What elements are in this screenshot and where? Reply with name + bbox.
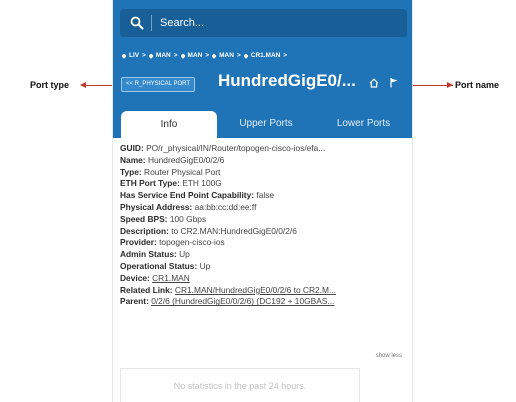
detail-row-device: Device: CR1.MAN <box>120 272 190 283</box>
port-details-panel: LIV> MAN> MAN> MAN> CR1.MAN> << R_PHYSIC… <box>113 0 412 402</box>
breadcrumb-item[interactable]: LIV > <box>121 52 146 59</box>
breadcrumb-item[interactable]: MAN > <box>211 52 241 59</box>
detail-row-service-end-point: Has Service End Point Capability: false <box>120 190 275 201</box>
tab-upper-ports[interactable]: Upper Ports <box>217 110 315 138</box>
related-link[interactable]: CR1.MAN/HundredGigE0/0/2/6 to CR2.M... <box>175 285 336 295</box>
breadcrumb-item[interactable]: MAN > <box>179 52 209 59</box>
info-details: GUID: PO/r_physical/IN/Router/topogen-ci… <box>120 143 408 308</box>
breadcrumb: LIV > MAN > MAN > MAN > CR1.MAN > <box>121 52 290 59</box>
detail-row-eth-port-type: ETH Port Type: ETH 100G <box>120 178 222 189</box>
detail-row-type: Type: Router Physical Port <box>120 166 221 177</box>
port-name-callout-arrowhead <box>447 82 453 88</box>
tab-lower-ports[interactable]: Lower Ports <box>315 110 412 138</box>
detail-row-description: Description: to CR2.MAN:HundredGigE0/0/2… <box>120 225 297 236</box>
tab-info[interactable]: Info <box>121 111 217 138</box>
detail-row-speed: Speed BPS: 100 Gbps <box>120 213 207 224</box>
search-input[interactable] <box>160 14 400 32</box>
breadcrumb-item[interactable]: CR1.MAN > <box>242 52 287 59</box>
panel-header: LIV> MAN> MAN> MAN> CR1.MAN> << R_PHYSIC… <box>113 0 412 138</box>
tab-bar: Info Upper Ports Lower Ports <box>113 110 412 138</box>
statistics-empty-text: No statistics in the past 24 hours. <box>173 381 307 391</box>
breadcrumb-item[interactable]: MAN > <box>148 52 178 59</box>
search-bar[interactable] <box>120 9 407 37</box>
statistics-box: No statistics in the past 24 hours. <box>120 368 360 402</box>
port-name-title: HundredGigE0/... <box>218 71 356 90</box>
detail-row-guid: GUID: PO/r_physical/IN/Router/topogen-ci… <box>120 143 326 153</box>
location-pin-icon <box>121 52 127 59</box>
search-divider <box>151 15 152 31</box>
device-link[interactable]: CR1.MAN <box>152 273 190 283</box>
detail-row-provider: Provider: topogen-cisco-ios <box>120 237 225 248</box>
flag-icon[interactable] <box>389 77 399 88</box>
port-type-badge[interactable]: << R_PHYSICAL PORT <box>121 77 196 92</box>
detail-row-related-link: Related Link: CR1.MAN/HundredGigE0/0/2/6… <box>120 284 336 295</box>
location-pin-icon <box>148 52 154 59</box>
parent-link[interactable]: 0/2/6 (HundredGigE0/0/2/6) (DC192 + 10GB… <box>151 296 334 306</box>
port-type-callout-label: Port type <box>30 80 70 90</box>
detail-row-admin-status: Admin Status: Up <box>120 249 190 260</box>
home-icon[interactable] <box>369 78 379 88</box>
port-name-callout-label: Port name <box>455 80 500 90</box>
location-pin-icon <box>211 52 217 59</box>
show-less-link[interactable]: show less <box>376 353 402 359</box>
detail-row-parent: Parent: 0/2/6 (HundredGigE0/0/2/6) (DC19… <box>120 296 335 307</box>
location-pin-icon <box>242 52 249 59</box>
detail-row-physical-address: Physical Address: aa:bb:cc:dd:ee:ff <box>120 201 257 212</box>
location-pin-icon <box>179 52 186 59</box>
detail-row-name: Name: HundredGigE0/0/2/6 <box>120 154 225 165</box>
search-icon[interactable] <box>130 16 144 30</box>
detail-row-operational-status: Operational Status: Up <box>120 260 211 271</box>
